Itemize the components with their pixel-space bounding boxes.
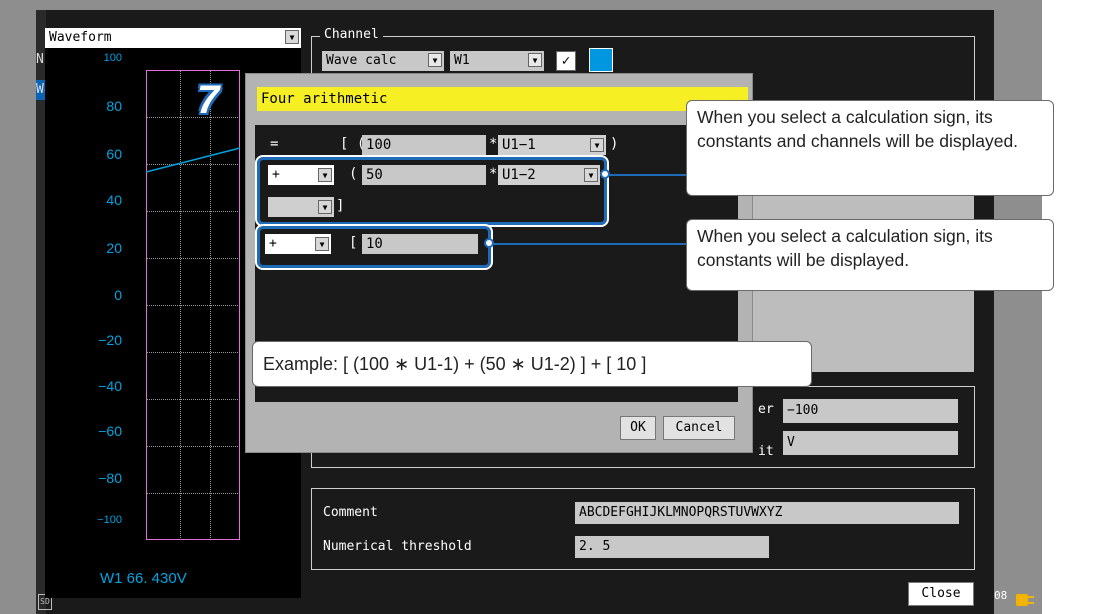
- waveform-select-label: Waveform: [49, 30, 112, 45]
- axis-tick-label: 100: [103, 52, 122, 64]
- axis-tick-label: −60: [98, 423, 122, 439]
- waveform-readout: W1 66. 430V: [100, 570, 187, 587]
- threshold-field[interactable]: 2. 5: [575, 536, 769, 558]
- row1-channel-label: U1−1: [502, 137, 536, 153]
- row1-channel-select[interactable]: U1−1 ▼: [498, 135, 606, 155]
- callout-sign-channels: When you select a calculation sign, its …: [686, 100, 1054, 196]
- callout-sign-constants: When you select a calculation sign, its …: [686, 219, 1054, 291]
- axis-tick-label: −100: [97, 514, 122, 526]
- grid-line: [146, 493, 240, 494]
- row1-sign: =: [270, 136, 279, 152]
- ok-button[interactable]: OK: [620, 416, 656, 440]
- channel-select[interactable]: W1 ▼: [450, 51, 544, 71]
- grid-line: [146, 352, 240, 353]
- calc-type-label: Wave calc: [326, 53, 397, 68]
- lower-value-field[interactable]: −100: [783, 399, 958, 423]
- axis-tick-label: −80: [98, 470, 122, 486]
- grid-line: [146, 211, 240, 212]
- unit-label: it: [758, 444, 774, 459]
- waveform-trace: [146, 147, 241, 173]
- grid-line: [146, 446, 240, 447]
- grid-line: [146, 258, 240, 259]
- highlight-sign-constants: [255, 224, 493, 270]
- chevron-down-icon[interactable]: ▼: [590, 138, 604, 152]
- channel-group-title: Channel: [320, 27, 383, 43]
- dialog-title: Four arithmetic: [257, 87, 748, 111]
- chevron-down-icon[interactable]: ▼: [285, 30, 299, 44]
- axis-tick-label: −20: [98, 332, 122, 348]
- axis-tick-label: 60: [106, 146, 122, 162]
- highlight-sign-channels: [255, 155, 609, 227]
- step-number: 7: [197, 78, 220, 122]
- row1-close-paren: ): [610, 136, 619, 152]
- lower-label: er: [758, 402, 774, 417]
- grid-line: [146, 399, 240, 400]
- axis-tick-label: −40: [98, 378, 122, 394]
- display-checkbox[interactable]: ✓: [556, 51, 576, 71]
- comment-field[interactable]: ABCDEFGHIJKLMNOPQRSTUVWXYZ: [575, 502, 959, 524]
- channel-select-label: W1: [454, 53, 470, 68]
- waveform-select[interactable]: Waveform ▼: [45, 28, 301, 48]
- comment-label: Comment: [323, 505, 378, 520]
- callout-example: Example: [ (100 ∗ U1-1) + (50 ∗ U1-2) ] …: [252, 341, 812, 387]
- row1-multiply: *: [489, 136, 498, 152]
- leader-line: [490, 243, 686, 245]
- grid-line: [146, 117, 240, 118]
- charging-icon: [1016, 594, 1034, 606]
- unit-value-field[interactable]: V: [783, 431, 958, 455]
- grid-line: [146, 305, 240, 306]
- axis-tick-label: 20: [106, 240, 122, 256]
- axis-tick-label: 0: [114, 287, 122, 303]
- leader-dot: [484, 238, 494, 248]
- status-fragment: 08: [994, 589, 1008, 602]
- chevron-down-icon[interactable]: ▼: [428, 53, 442, 67]
- cancel-button[interactable]: Cancel: [663, 416, 735, 440]
- calc-type-select[interactable]: Wave calc ▼: [322, 51, 444, 71]
- chevron-down-icon[interactable]: ▼: [528, 53, 542, 67]
- leader-line: [606, 174, 686, 176]
- row1-constant-field[interactable]: 100: [362, 135, 486, 155]
- leader-dot: [600, 169, 610, 179]
- axis-tick-label: 40: [106, 192, 122, 208]
- threshold-label: Numerical threshold: [323, 539, 472, 554]
- close-button[interactable]: Close: [908, 582, 974, 606]
- channel-color-swatch[interactable]: [589, 48, 613, 72]
- axis-tick-label: 80: [106, 98, 122, 114]
